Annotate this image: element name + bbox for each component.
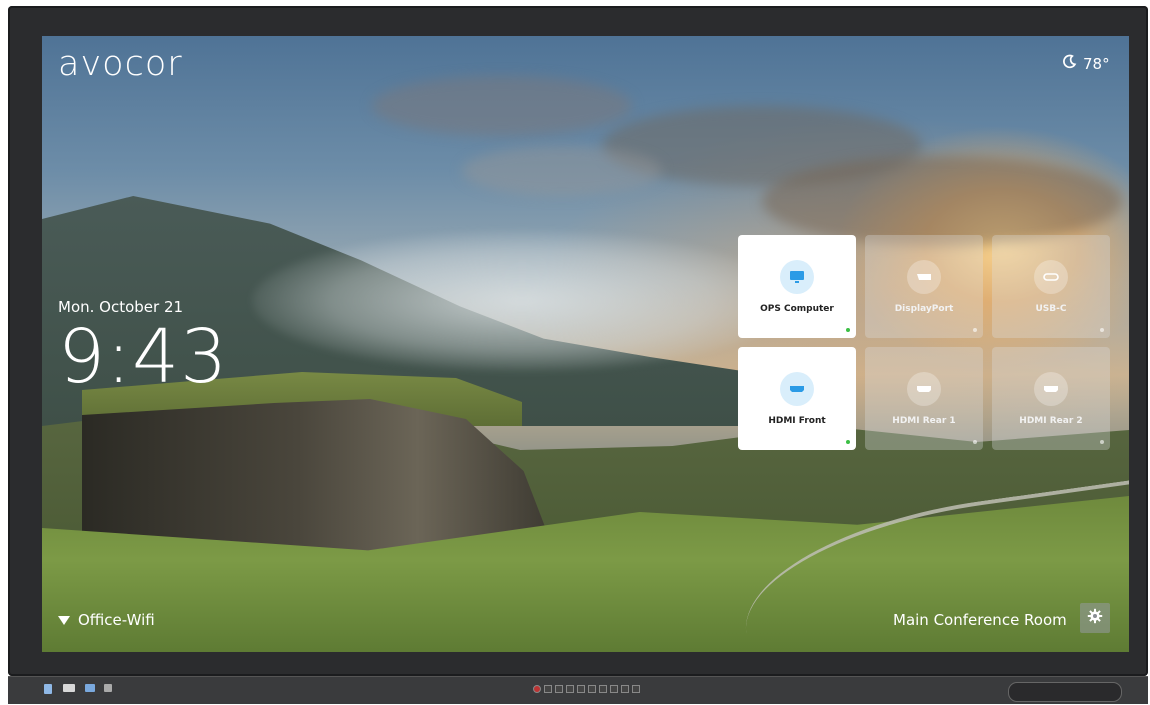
source-label: HDMI Rear 2 (1019, 415, 1083, 426)
monitor-icon (780, 259, 814, 294)
source-tile-usb-c[interactable]: USB-C (992, 235, 1110, 338)
weather-widget: 78° (1062, 54, 1110, 73)
source-label: USB-C (1035, 303, 1067, 314)
displayport-icon (907, 259, 941, 294)
source-tiles: OPS Computer DisplayPort USB-C HDMI Fron… (738, 235, 1111, 450)
gear-icon (1087, 608, 1103, 628)
hardware-button[interactable] (566, 685, 574, 693)
hardware-button[interactable] (610, 685, 618, 693)
source-label: OPS Computer (760, 303, 834, 314)
source-status-dot (973, 440, 977, 444)
power-button[interactable] (533, 685, 541, 693)
hardware-button[interactable] (621, 685, 629, 693)
source-tile-hdmi-rear-1[interactable]: HDMI Rear 1 (865, 347, 983, 450)
hdmi-icon (907, 371, 941, 406)
usb-port (44, 684, 52, 694)
wallpaper-cloud (462, 146, 662, 196)
source-status-dot (973, 328, 977, 332)
hardware-button[interactable] (555, 685, 563, 693)
wifi-icon (58, 615, 70, 625)
source-tile-displayport[interactable]: DisplayPort (865, 235, 983, 338)
network-status[interactable]: Office-Wifi (58, 611, 155, 629)
moon-icon (1062, 54, 1077, 73)
hardware-button[interactable] (632, 685, 640, 693)
network-name: Office-Wifi (78, 611, 155, 629)
pen-tray (1008, 682, 1122, 702)
wallpaper-cloud (762, 156, 1122, 246)
hardware-button[interactable] (588, 685, 596, 693)
audio-port (104, 684, 112, 692)
hdmi-icon (780, 371, 814, 406)
hardware-button[interactable] (544, 685, 552, 693)
source-label: HDMI Front (768, 415, 826, 426)
wallpaper-cloud (372, 76, 632, 136)
brand-logo: avocor (58, 44, 183, 84)
hdmi-icon (1034, 371, 1068, 406)
weather-temperature: 78° (1083, 54, 1110, 73)
usb-c-icon (1034, 259, 1068, 294)
hardware-button[interactable] (599, 685, 607, 693)
source-label: DisplayPort (894, 303, 954, 314)
source-status-dot (846, 328, 850, 332)
source-tile-ops-computer[interactable]: OPS Computer (738, 235, 856, 338)
source-status-dot (1100, 328, 1104, 332)
usb-c-port (85, 684, 95, 692)
source-status-dot (1100, 440, 1104, 444)
hdmi-port (63, 684, 75, 692)
settings-button[interactable] (1080, 603, 1110, 633)
hardware-buttons (533, 685, 640, 693)
time-label: 9:43 (58, 314, 229, 400)
room-name: Main Conference Room (893, 611, 1067, 629)
source-status-dot (846, 440, 850, 444)
wallpaper-mist (252, 231, 792, 371)
source-label: HDMI Rear 1 (892, 415, 956, 426)
source-tile-hdmi-rear-2[interactable]: HDMI Rear 2 (992, 347, 1110, 450)
source-tile-hdmi-front[interactable]: HDMI Front (738, 347, 856, 450)
hardware-button[interactable] (577, 685, 585, 693)
